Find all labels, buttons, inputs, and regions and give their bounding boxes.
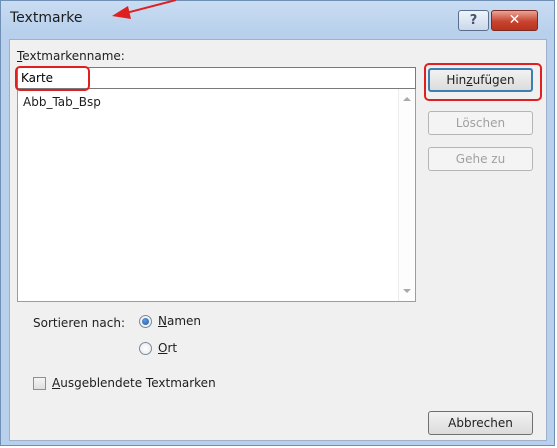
annotation-arrow bbox=[112, 0, 177, 19]
